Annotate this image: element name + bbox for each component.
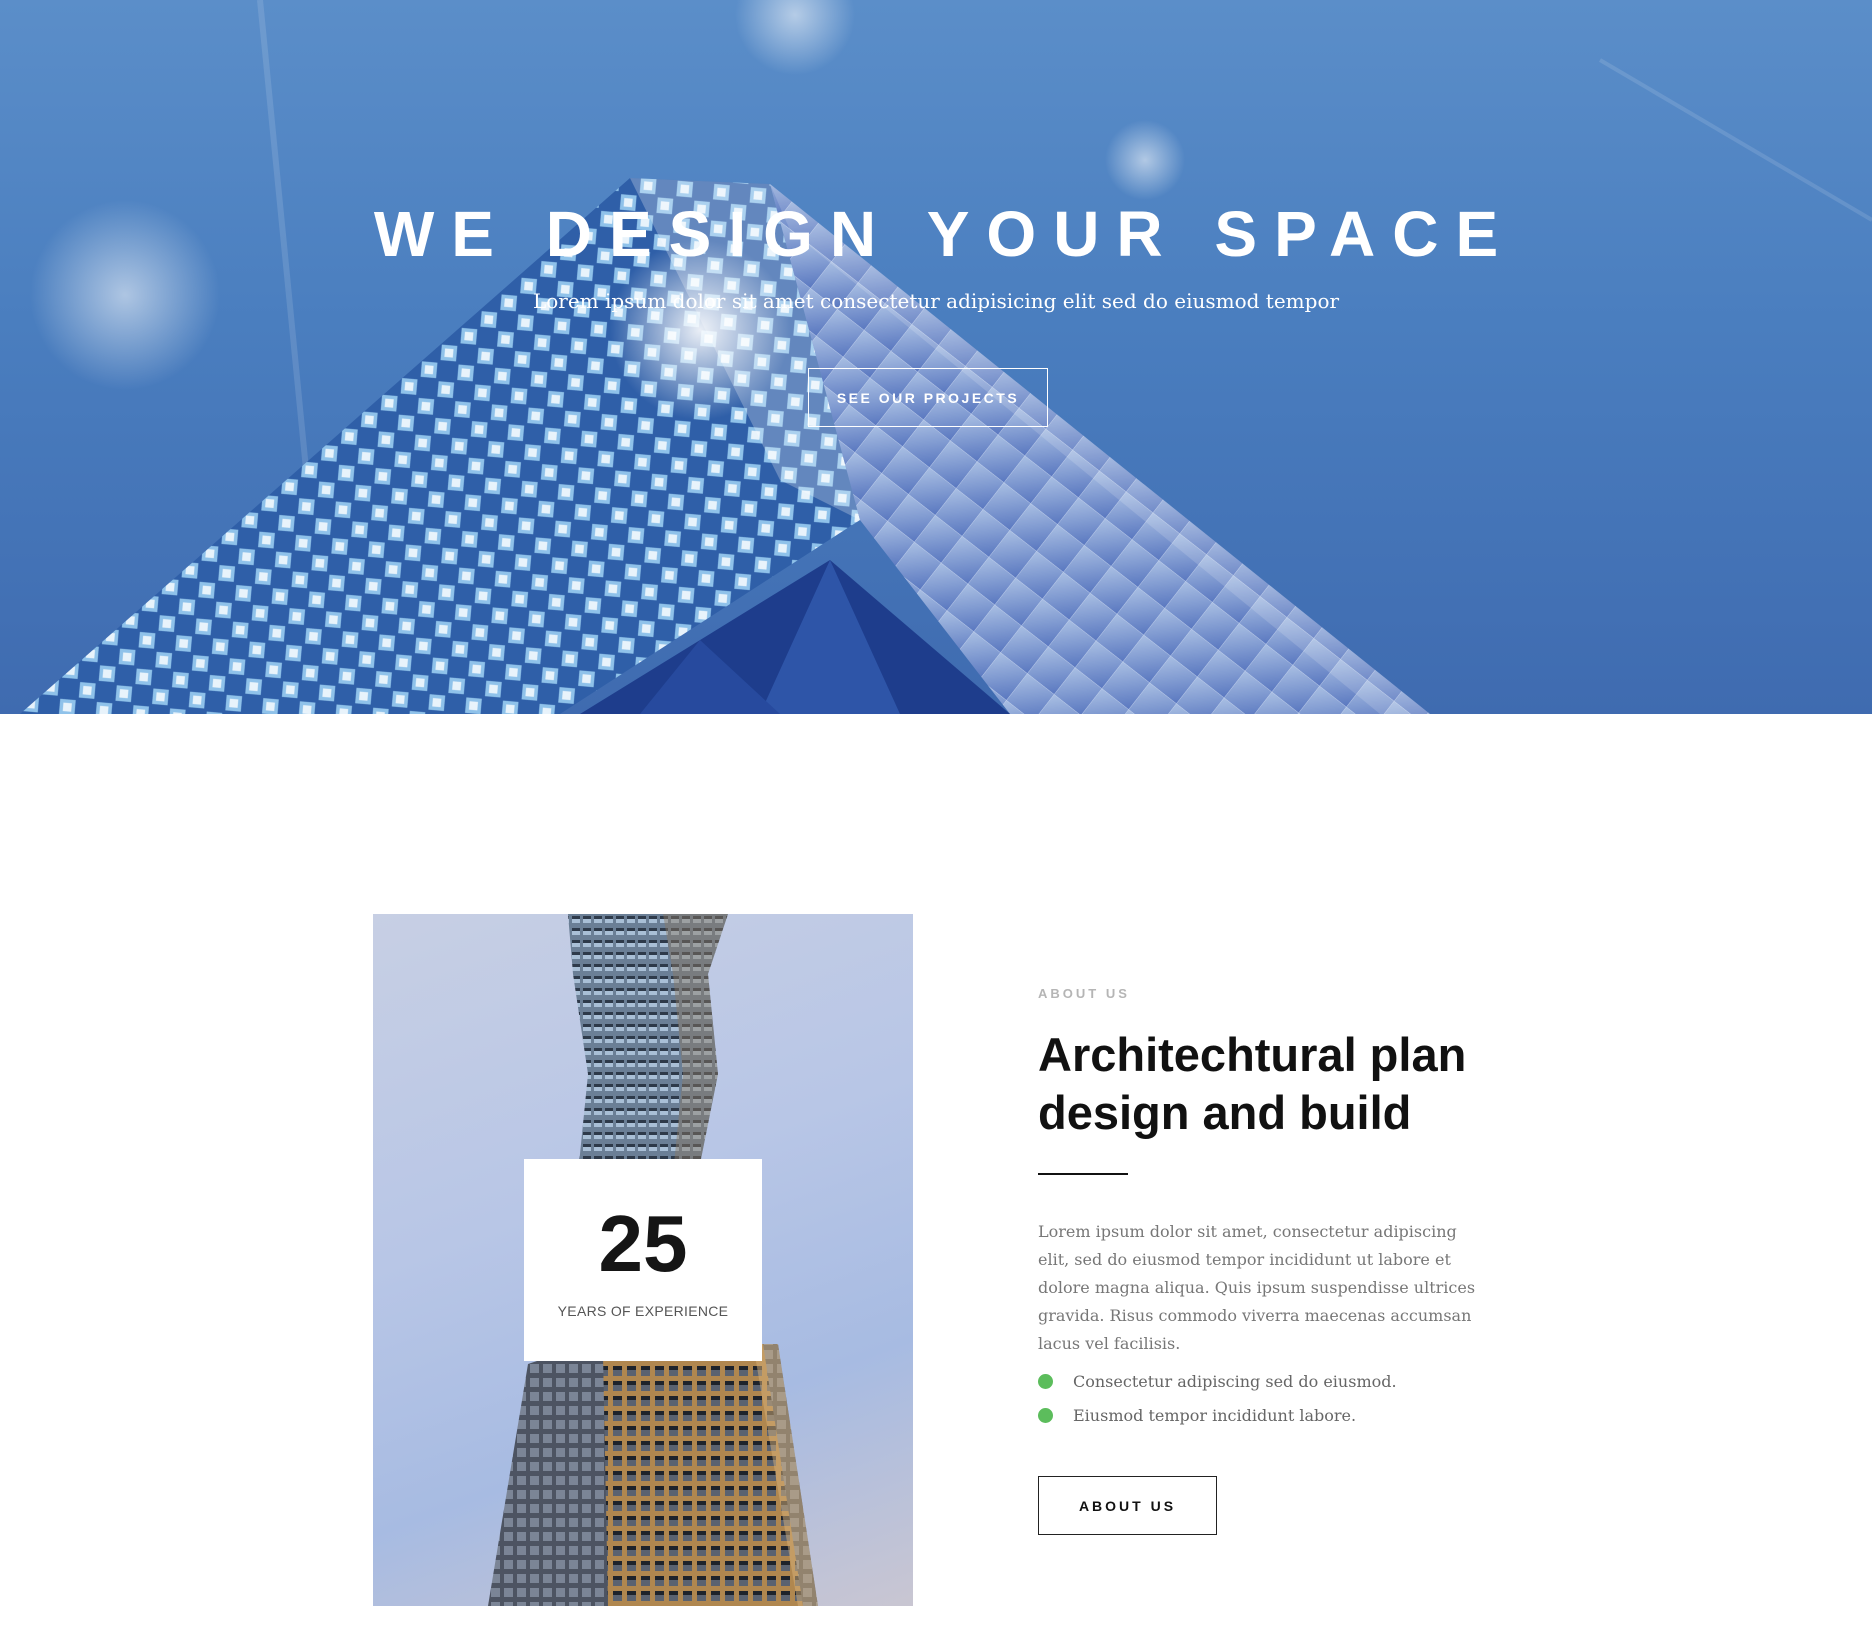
- about-paragraph: Lorem ipsum dolor sit amet, consectetur …: [1038, 1222, 1476, 1353]
- list-item-text: Consectetur adipiscing sed do eiusmod.: [1073, 1371, 1397, 1391]
- list-item-text: Eiusmod tempor incididunt labore.: [1073, 1405, 1357, 1425]
- feature-list: Consectetur adipiscing sed do eiusmod. E…: [1038, 1364, 1397, 1432]
- experience-years: 25: [598, 1199, 688, 1288]
- about-eyebrow: ABOUT US: [1038, 986, 1130, 1001]
- experience-card: 25 YEARS OF EXPERIENCE: [524, 1159, 762, 1361]
- experience-label: YEARS OF EXPERIENCE: [557, 1303, 729, 1319]
- see-projects-button[interactable]: SEE OUR PROJECTS: [808, 368, 1048, 427]
- hero-building-image: [20, 0, 1872, 714]
- hero-subtitle: Lorem ipsum dolor sit amet consectetur a…: [532, 289, 1340, 313]
- list-item: Consectetur adipiscing sed do eiusmod.: [1038, 1364, 1397, 1398]
- bullet-dot-icon: [1038, 1407, 1053, 1423]
- about-us-button[interactable]: ABOUT US: [1038, 1476, 1217, 1535]
- about-heading: Architechtural plan design and build: [1038, 1028, 1467, 1139]
- hero-section: WE DESIGN YOUR SPACE Lorem ipsum dolor s…: [0, 0, 1872, 714]
- bullet-dot-icon: [1038, 1373, 1053, 1389]
- list-item: Eiusmod tempor incididunt labore.: [1038, 1398, 1397, 1432]
- heading-divider: [1038, 1173, 1128, 1175]
- hero-title: WE DESIGN YOUR SPACE: [373, 198, 1516, 270]
